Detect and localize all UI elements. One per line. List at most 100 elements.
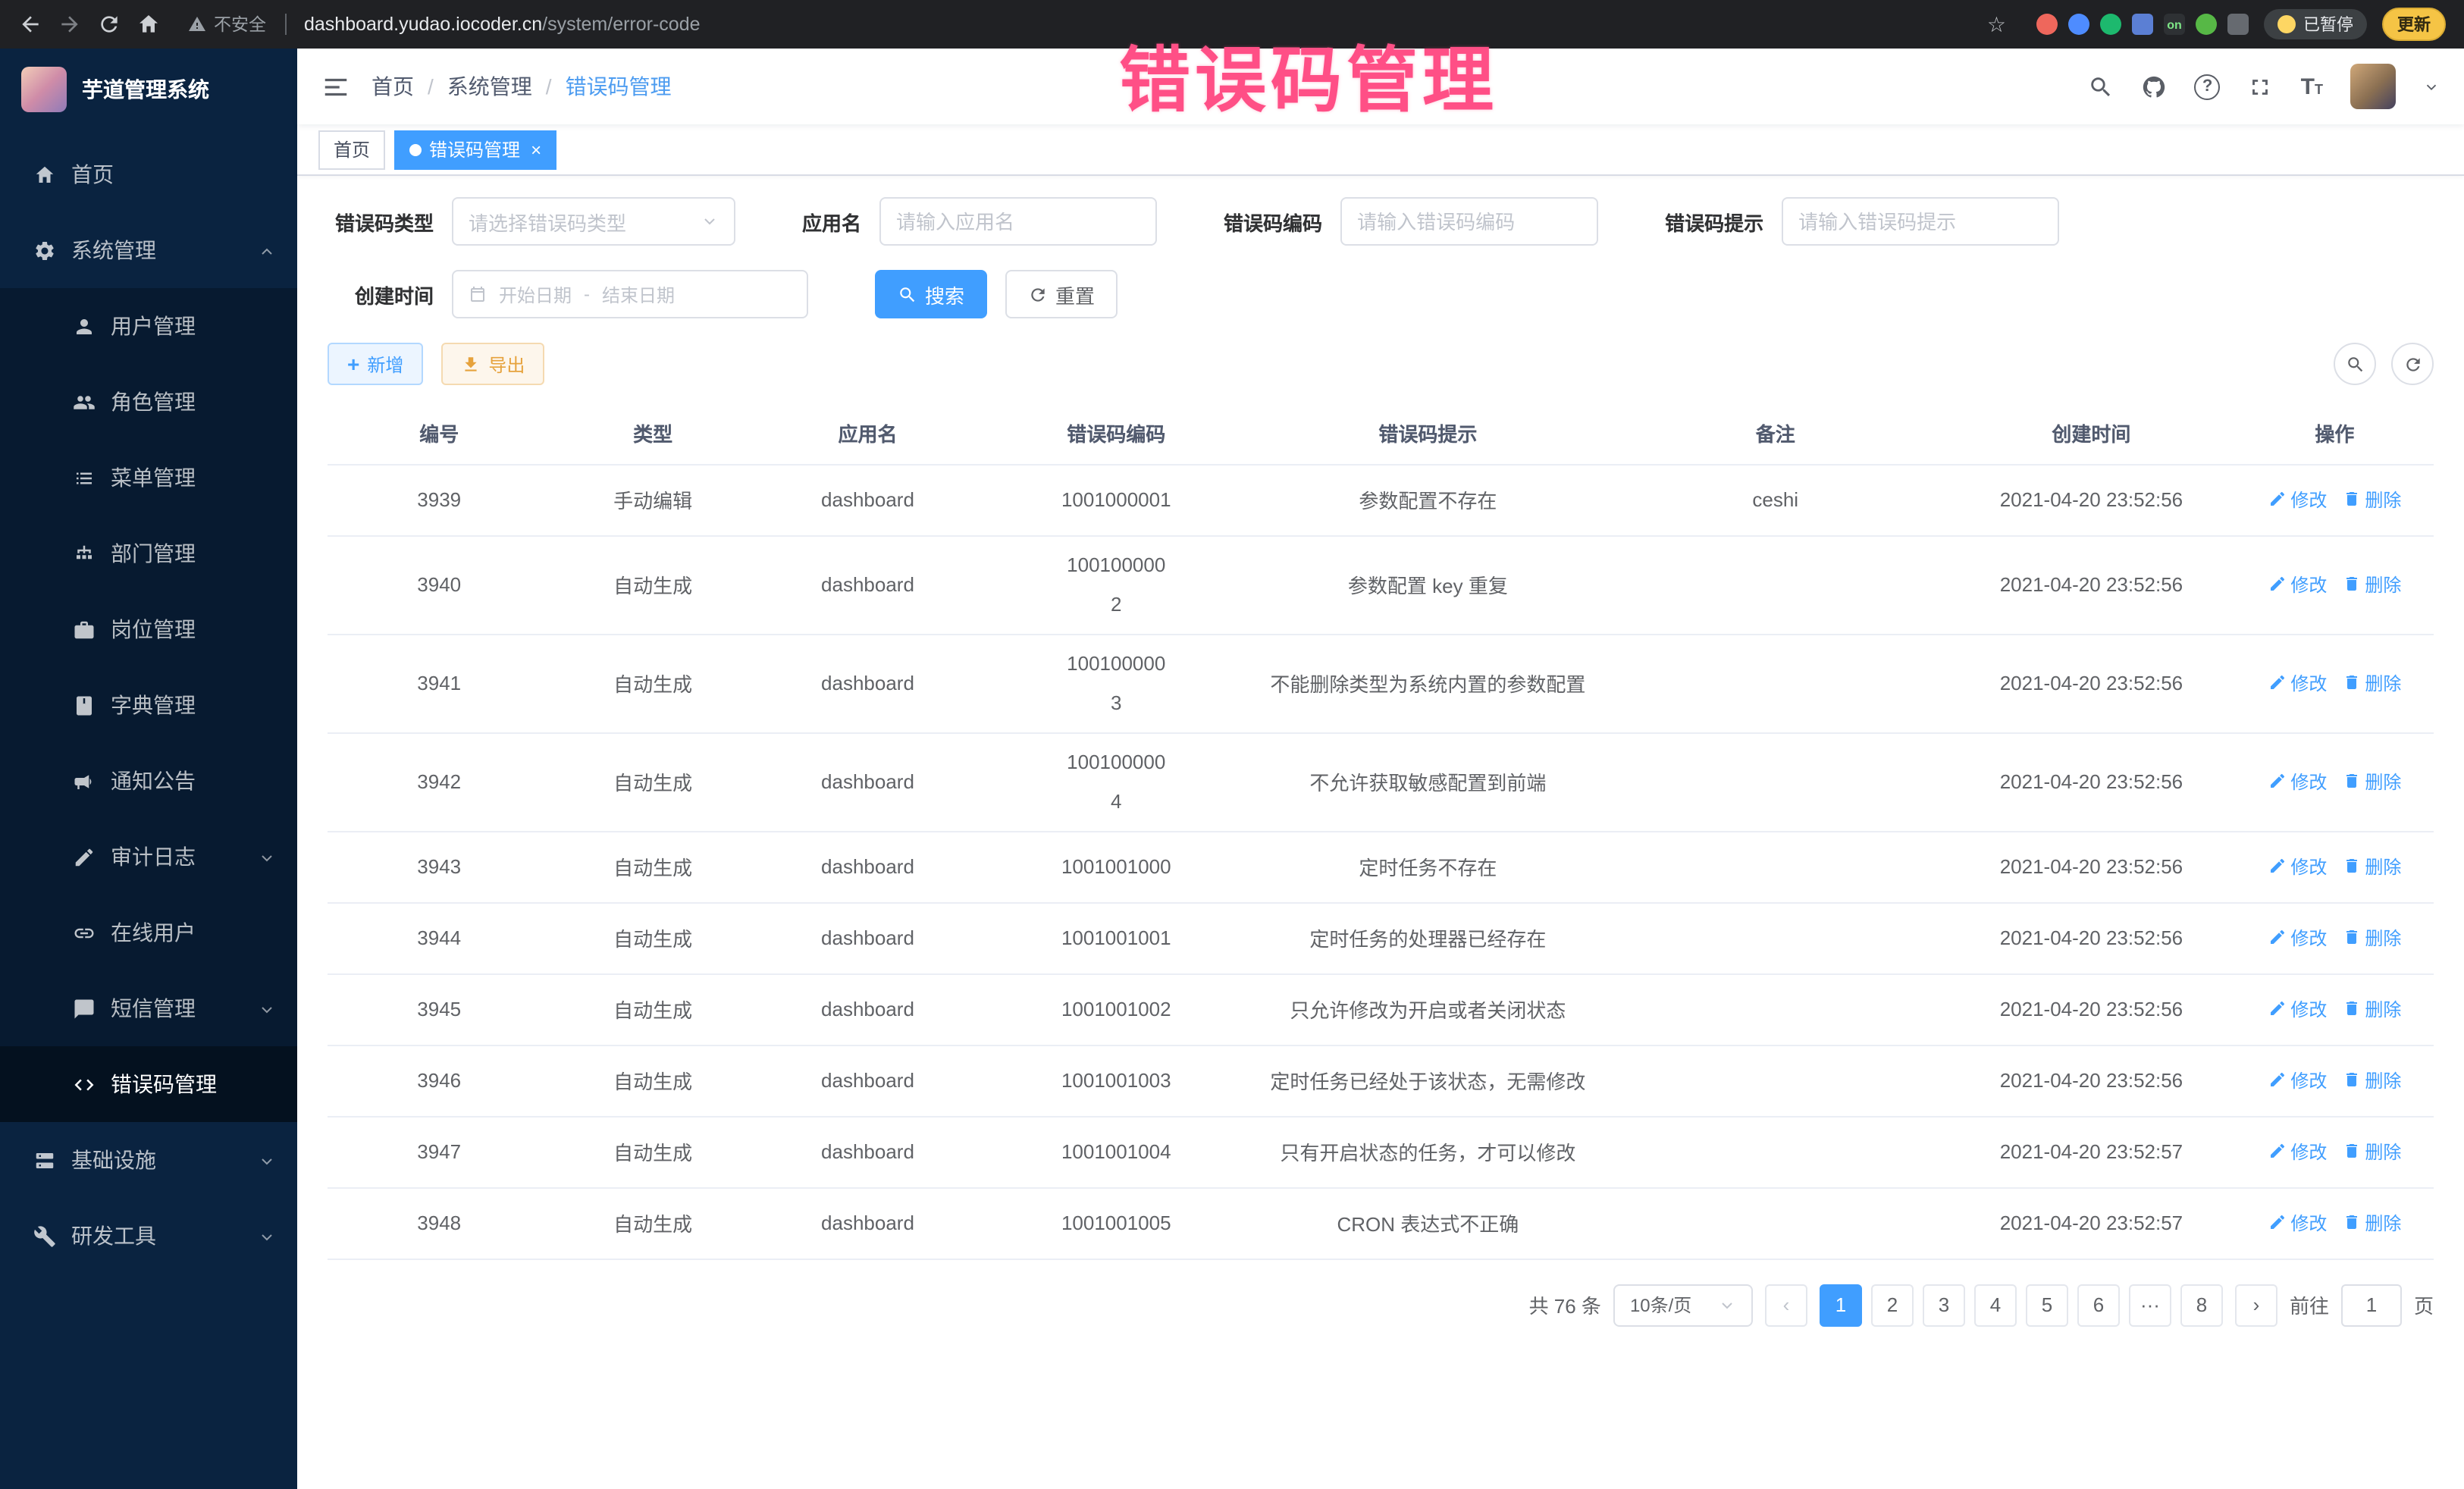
delete-link[interactable]: 删除 [2342,572,2401,597]
page-size-select[interactable]: 10条/页 [1613,1284,1753,1326]
edit-link[interactable]: 修改 [2268,1210,2327,1236]
toggle-search-button[interactable] [2334,343,2376,385]
profile-paused-badge[interactable]: 已暂停 [2264,9,2367,39]
date-range-picker[interactable]: 开始日期 - 结束日期 [452,270,808,318]
edit-link[interactable]: 修改 [2268,487,2327,513]
github-icon[interactable] [2142,74,2168,99]
delete-link[interactable]: 删除 [2342,925,2401,951]
back-icon[interactable] [18,12,42,36]
cell-actions: 修改删除 [2236,634,2434,732]
sidebar-item-infrastructure[interactable]: 基础设施 [0,1122,297,1198]
edit-link[interactable]: 修改 [2268,854,2327,879]
edit-link[interactable]: 修改 [2268,1139,2327,1165]
page-button-8[interactable]: 8 [2180,1284,2223,1326]
sidebar-item-dev-tools[interactable]: 研发工具 [0,1198,297,1274]
delete-link[interactable]: 删除 [2342,769,2401,795]
next-page-button[interactable]: › [2235,1284,2277,1326]
breadcrumb-item[interactable]: 系统管理 [447,71,532,102]
refresh-icon[interactable] [97,12,121,36]
sidebar-item-home[interactable]: 首页 [0,136,297,212]
delete-link[interactable]: 删除 [2342,670,2401,696]
edit-link[interactable]: 修改 [2268,769,2327,795]
error-code-input[interactable] [1340,197,1598,246]
cell-type: 自动生成 [550,732,754,831]
extension-icon[interactable] [2100,14,2121,35]
extension-icon[interactable] [2036,14,2058,35]
sidebar-item-post-management[interactable]: 岗位管理 [0,591,297,667]
sidebar-item-department-management[interactable]: 部门管理 [0,516,297,591]
browser-update-button[interactable]: 更新 [2382,8,2446,41]
app-name-input[interactable] [879,197,1157,246]
page-button-3[interactable]: 3 [1923,1284,1965,1326]
add-button[interactable]: +新增 [328,343,423,385]
goto-page-input[interactable] [2341,1284,2402,1326]
error-type-select[interactable]: 请选择错误码类型 [452,197,735,246]
more-pages-button[interactable]: ··· [2129,1284,2171,1326]
sidebar-item-dict-management[interactable]: 字典管理 [0,667,297,743]
sidebar-item-notice-announcement[interactable]: 通知公告 [0,743,297,819]
help-icon[interactable]: ? [2195,74,2221,99]
page-button-2[interactable]: 2 [1871,1284,1914,1326]
refresh-table-button[interactable] [2391,343,2434,385]
url-host: dashboard.yudao.iocoder.cn [304,14,542,35]
sidebar-item-user-management[interactable]: 用户管理 [0,288,297,364]
app-logo[interactable]: 芋道管理系统 [0,49,297,130]
extension-icon[interactable]: on [2164,14,2185,35]
edit-link[interactable]: 修改 [2268,925,2327,951]
address-bar[interactable]: dashboard.yudao.iocoder.cn/system/error-… [304,14,701,35]
edit-link[interactable]: 修改 [2268,996,2327,1022]
delete-link[interactable]: 删除 [2342,854,2401,879]
sidebar-item-role-management[interactable]: 角色管理 [0,364,297,440]
search-icon[interactable] [2089,74,2114,99]
forward-icon[interactable] [58,12,82,36]
delete-link[interactable]: 删除 [2342,1067,2401,1093]
sidebar-item-sms-management[interactable]: 短信管理 [0,970,297,1046]
cell-app: dashboard [755,973,980,1045]
delete-link[interactable]: 删除 [2342,487,2401,513]
sidebar-item-online-users[interactable]: 在线用户 [0,895,297,970]
delete-link[interactable]: 删除 [2342,1210,2401,1236]
breadcrumb-item[interactable]: 首页 [371,71,414,102]
extension-icon[interactable] [2196,14,2217,35]
cell-app: dashboard [755,1116,980,1187]
security-indicator[interactable]: 不安全 [188,12,266,36]
page-button-1[interactable]: 1 [1820,1284,1862,1326]
home-icon[interactable] [136,12,161,36]
cell-code: 1001000002 [980,535,1252,634]
sidebar-item-error-code-management[interactable]: 错误码管理 [0,1046,297,1122]
sidebar-item-system-management[interactable]: 系统管理 [0,212,297,288]
cell-actions: 修改删除 [2236,973,2434,1045]
sidebar-item-menu-management[interactable]: 菜单管理 [0,440,297,516]
hamburger-icon[interactable] [321,72,350,101]
edit-icon [2268,929,2286,947]
fullscreen-icon[interactable] [2248,74,2274,99]
font-size-icon[interactable]: TT [2301,74,2323,99]
edit-link[interactable]: 修改 [2268,1067,2327,1093]
error-hint-input[interactable] [1782,197,2059,246]
cell-actions: 修改删除 [2236,1116,2434,1187]
page-button-4[interactable]: 4 [1974,1284,2017,1326]
delete-link[interactable]: 删除 [2342,996,2401,1022]
user-avatar[interactable] [2350,64,2396,109]
delete-link[interactable]: 删除 [2342,1139,2401,1165]
tag-item[interactable]: 错误码管理× [394,130,556,169]
tag-item[interactable]: 首页 [318,130,385,169]
extension-icon[interactable] [2132,14,2153,35]
puzzle-icon[interactable] [2227,14,2249,35]
page-button-6[interactable]: 6 [2077,1284,2120,1326]
bookmark-star-icon[interactable]: ☆ [1987,11,2006,37]
search-button[interactable]: 搜索 [875,270,987,318]
extension-icon[interactable] [2068,14,2089,35]
edit-link[interactable]: 修改 [2268,572,2327,597]
prev-page-button[interactable]: ‹ [1765,1284,1807,1326]
edit-link[interactable]: 修改 [2268,670,2327,696]
column-header: 类型 [550,403,754,464]
chevron-down-icon[interactable] [2423,78,2440,95]
close-icon[interactable]: × [531,139,541,160]
edit-icon [2268,575,2286,594]
page-button-5[interactable]: 5 [2026,1284,2068,1326]
sidebar-item-audit-log[interactable]: 审计日志 [0,819,297,895]
delete-icon [2342,674,2360,692]
reset-button[interactable]: 重置 [1005,270,1118,318]
export-button[interactable]: 导出 [441,343,544,385]
